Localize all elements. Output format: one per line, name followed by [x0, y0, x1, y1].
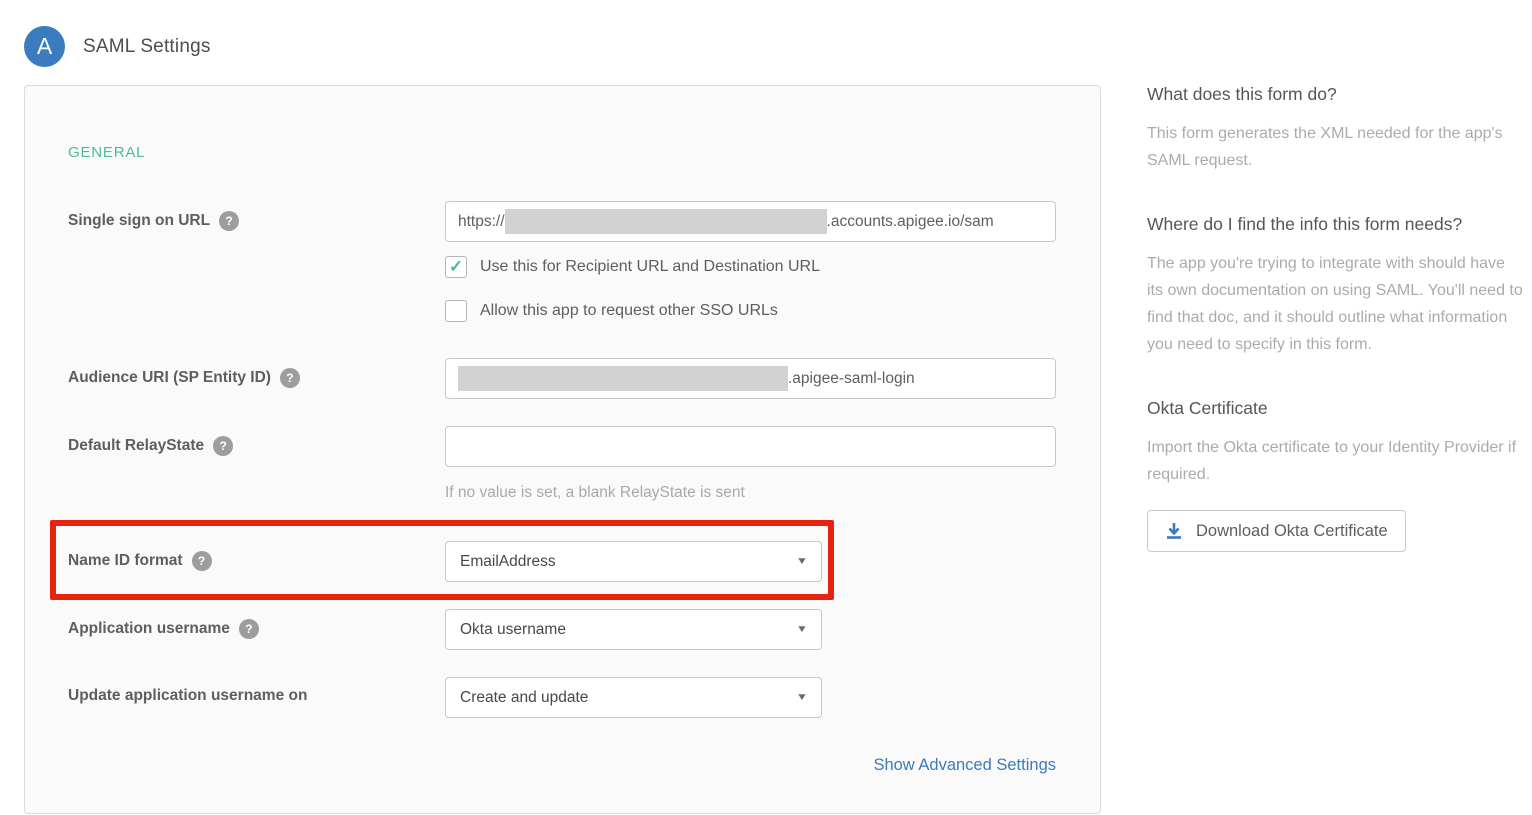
other-sso-checkbox-row: Allow this app to request other SSO URLs: [445, 300, 778, 322]
audience-uri-label: Audience URI (SP Entity ID) ?: [68, 368, 300, 388]
chevron-down-icon: ▼: [796, 556, 808, 567]
update-username-label: Update application username on: [68, 687, 307, 705]
sso-url-help-icon[interactable]: ?: [219, 211, 239, 231]
chevron-down-icon: ▼: [796, 624, 808, 635]
relay-state-help-icon[interactable]: ?: [213, 436, 233, 456]
app-username-label-text: Application username: [68, 620, 230, 638]
show-advanced-settings-link[interactable]: Show Advanced Settings: [445, 756, 1056, 775]
sidebar-section-title: Okta Certificate: [1147, 398, 1525, 419]
page-title: SAML Settings: [83, 36, 211, 58]
relay-state-input[interactable]: [445, 426, 1056, 467]
audience-uri-help-icon[interactable]: ?: [280, 368, 300, 388]
help-sidebar: What does this form do? This form genera…: [1147, 84, 1525, 552]
name-id-format-value: EmailAddress: [460, 553, 556, 571]
sidebar-section-body: The app you're trying to integrate with …: [1147, 250, 1525, 358]
relay-state-label-text: Default RelayState: [68, 437, 204, 455]
sso-url-value-suffix: .accounts.apigee.io/sam: [827, 213, 994, 231]
chevron-down-icon: ▼: [796, 692, 808, 703]
update-username-value: Create and update: [460, 689, 588, 707]
audience-uri-value-suffix: .apigee-saml-login: [788, 370, 915, 388]
relay-state-helper-text: If no value is set, a blank RelayState i…: [445, 484, 745, 502]
sso-url-label: Single sign on URL ?: [68, 211, 239, 231]
download-certificate-button[interactable]: Download Okta Certificate: [1147, 510, 1406, 552]
update-username-dropdown[interactable]: Create and update ▼: [445, 677, 822, 718]
app-username-value: Okta username: [460, 621, 566, 639]
step-badge-letter: A: [37, 33, 52, 60]
download-certificate-button-label: Download Okta Certificate: [1196, 522, 1388, 541]
general-section-title: GENERAL: [68, 144, 145, 161]
check-icon: ✓: [449, 257, 463, 277]
app-username-dropdown[interactable]: Okta username ▼: [445, 609, 822, 650]
update-username-label-text: Update application username on: [68, 687, 307, 705]
audience-uri-label-text: Audience URI (SP Entity ID): [68, 369, 271, 387]
sidebar-section-body: Import the Okta certificate to your Iden…: [1147, 434, 1525, 488]
download-icon: [1165, 522, 1183, 540]
name-id-format-label: Name ID format ?: [68, 551, 212, 571]
audience-uri-redacted-block: [458, 366, 788, 391]
sso-url-input[interactable]: https:// .accounts.apigee.io/sam: [445, 201, 1056, 242]
sso-url-label-text: Single sign on URL: [68, 212, 210, 230]
step-badge: A: [24, 26, 65, 67]
sso-url-redacted-block: [505, 209, 827, 234]
audience-uri-input[interactable]: .apigee-saml-login: [445, 358, 1056, 399]
app-username-label: Application username ?: [68, 619, 259, 639]
sidebar-section-title: What does this form do?: [1147, 84, 1525, 105]
sidebar-section-title: Where do I find the info this form needs…: [1147, 214, 1525, 235]
relay-state-label: Default RelayState ?: [68, 436, 233, 456]
app-username-help-icon[interactable]: ?: [239, 619, 259, 639]
recipient-url-checkbox-row: ✓ Use this for Recipient URL and Destina…: [445, 256, 820, 278]
recipient-url-checkbox-label: Use this for Recipient URL and Destinati…: [480, 258, 820, 276]
other-sso-checkbox[interactable]: [445, 300, 467, 322]
name-id-format-dropdown[interactable]: EmailAddress ▼: [445, 541, 822, 582]
name-id-format-label-text: Name ID format: [68, 552, 183, 570]
sidebar-section-body: This form generates the XML needed for t…: [1147, 120, 1525, 174]
recipient-url-checkbox[interactable]: ✓: [445, 256, 467, 278]
other-sso-checkbox-label: Allow this app to request other SSO URLs: [480, 302, 778, 320]
name-id-format-help-icon[interactable]: ?: [192, 551, 212, 571]
sso-url-value-prefix: https://: [458, 213, 505, 231]
